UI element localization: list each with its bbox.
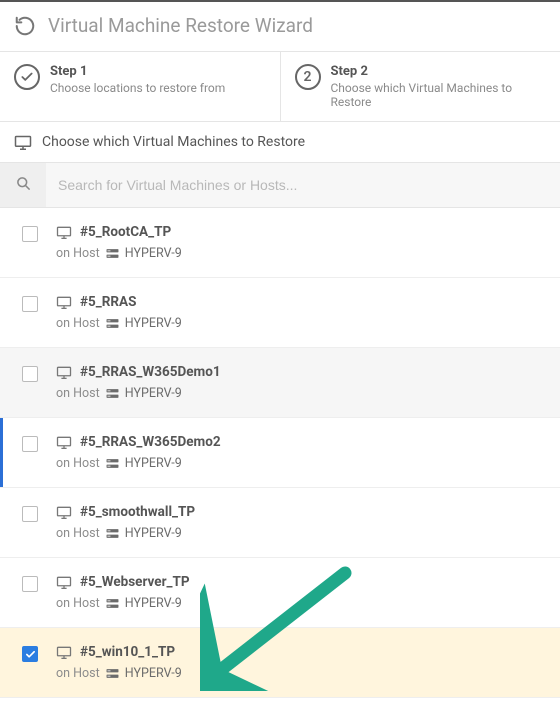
vm-body: #5_RRAS_W365Demo2on Host HYPERV-9 [56, 434, 221, 471]
vm-checkbox[interactable] [22, 646, 38, 662]
vm-name: #5_RRAS_W365Demo1 [80, 364, 221, 380]
vm-host-line: on Host HYPERV-9 [56, 456, 221, 471]
vm-checkbox[interactable] [22, 366, 38, 382]
vm-host-prefix: on Host [56, 246, 100, 261]
vm-name: #5_smoothwall_TP [80, 504, 195, 520]
vm-host-prefix: on Host [56, 596, 100, 611]
vm-host-prefix: on Host [56, 386, 100, 401]
vm-row[interactable]: #5_smoothwall_TPon Host HYPERV-9 [0, 488, 560, 558]
vm-body: #5_win10_1_TPon Host HYPERV-9 [56, 644, 182, 681]
search-button[interactable] [0, 163, 46, 207]
vm-host-name: HYPERV-9 [125, 246, 182, 261]
vm-host-prefix: on Host [56, 526, 100, 541]
vm-host-prefix: on Host [56, 456, 100, 471]
monitor-icon [56, 506, 72, 519]
vm-body: #5_RRASon Host HYPERV-9 [56, 294, 182, 331]
monitor-icon [56, 226, 72, 239]
vm-body: #5_Webserver_TPon Host HYPERV-9 [56, 574, 190, 611]
vm-name: #5_RRAS [80, 294, 136, 310]
monitor-icon [56, 436, 72, 449]
vm-row[interactable]: #5_RRAS_W365Demo2on Host HYPERV-9 [0, 418, 560, 488]
vm-host-line: on Host HYPERV-9 [56, 526, 195, 541]
vm-row[interactable]: #5_win10_1_TPon Host HYPERV-9 [0, 628, 560, 698]
step-1-indicator [14, 64, 40, 90]
monitor-icon [56, 366, 72, 379]
vm-checkbox[interactable] [22, 226, 38, 242]
monitor-icon [56, 296, 72, 309]
vm-title: #5_smoothwall_TP [56, 504, 195, 520]
vm-host-line: on Host HYPERV-9 [56, 596, 190, 611]
search-input[interactable] [46, 163, 560, 207]
vm-host-line: on Host HYPERV-9 [56, 666, 182, 681]
restore-icon [14, 15, 36, 37]
vm-name: #5_RootCA_TP [80, 224, 171, 240]
vm-title: #5_win10_1_TP [56, 644, 182, 660]
vm-body: #5_RootCA_TPon Host HYPERV-9 [56, 224, 182, 261]
server-icon [106, 388, 119, 399]
vm-body: #5_RRAS_W365Demo1on Host HYPERV-9 [56, 364, 221, 401]
monitor-icon [56, 576, 72, 589]
monitor-icon [56, 646, 72, 659]
vm-name: #5_Webserver_TP [80, 574, 190, 590]
vm-host-name: HYPERV-9 [125, 666, 182, 681]
vm-host-name: HYPERV-9 [125, 456, 182, 471]
server-icon [106, 598, 119, 609]
server-icon [106, 248, 119, 259]
vm-title: #5_RRAS_W365Demo2 [56, 434, 221, 450]
step-2-title: Step 2 [331, 64, 547, 79]
server-icon [106, 318, 119, 329]
step-2[interactable]: 2 Step 2 Choose which Virtual Machines t… [280, 52, 560, 121]
vm-list: #5_RootCA_TPon HostHYPERV-9#5_RRASon Hos… [0, 208, 560, 698]
vm-host-line: on Host HYPERV-9 [56, 386, 221, 401]
vm-host-line: on Host HYPERV-9 [56, 246, 182, 261]
section-title: Choose which Virtual Machines to Restore [42, 134, 305, 150]
vm-title: #5_RRAS_W365Demo1 [56, 364, 221, 380]
step-1[interactable]: Step 1 Choose locations to restore from [0, 52, 280, 121]
step-1-title: Step 1 [50, 64, 225, 79]
vm-body: #5_smoothwall_TPon Host HYPERV-9 [56, 504, 195, 541]
vm-host-prefix: on Host [56, 666, 100, 681]
vm-host-name: HYPERV-9 [125, 386, 182, 401]
vm-host-name: HYPERV-9 [125, 526, 182, 541]
search-bar [0, 163, 560, 208]
vm-checkbox[interactable] [22, 506, 38, 522]
vm-title: #5_Webserver_TP [56, 574, 190, 590]
vm-host-line: on Host HYPERV-9 [56, 316, 182, 331]
wizard-steps: Step 1 Choose locations to restore from … [0, 51, 560, 122]
wizard-title: Virtual Machine Restore Wizard [48, 14, 313, 37]
vm-host-name: HYPERV-9 [125, 596, 182, 611]
step-2-number: 2 [304, 69, 312, 85]
vm-host-prefix: on Host [56, 316, 100, 331]
vm-row[interactable]: #5_Webserver_TPon Host HYPERV-9 [0, 558, 560, 628]
vm-title: #5_RootCA_TP [56, 224, 182, 240]
vm-checkbox[interactable] [22, 576, 38, 592]
vm-row[interactable]: #5_RRASon Host HYPERV-9 [0, 278, 560, 348]
vm-row[interactable]: #5_RRAS_W365Demo1on Host HYPERV-9 [0, 348, 560, 418]
vm-checkbox[interactable] [22, 296, 38, 312]
vm-row[interactable]: #5_RootCA_TPon Host HYPERV-9 [0, 208, 560, 278]
step-2-indicator: 2 [295, 64, 321, 90]
monitor-icon [14, 135, 32, 150]
step-1-desc: Choose locations to restore from [50, 81, 225, 95]
section-header: Choose which Virtual Machines to Restore [0, 122, 560, 163]
server-icon [106, 668, 119, 679]
server-icon [106, 528, 119, 539]
search-icon [16, 176, 31, 195]
server-icon [106, 458, 119, 469]
vm-name: #5_RRAS_W365Demo2 [80, 434, 221, 450]
vm-checkbox[interactable] [22, 436, 38, 452]
wizard-header: Virtual Machine Restore Wizard [0, 2, 560, 51]
vm-title: #5_RRAS [56, 294, 182, 310]
step-2-desc: Choose which Virtual Machines to Restore [331, 81, 547, 109]
vm-name: #5_win10_1_TP [80, 644, 175, 660]
vm-host-name: HYPERV-9 [125, 316, 182, 331]
